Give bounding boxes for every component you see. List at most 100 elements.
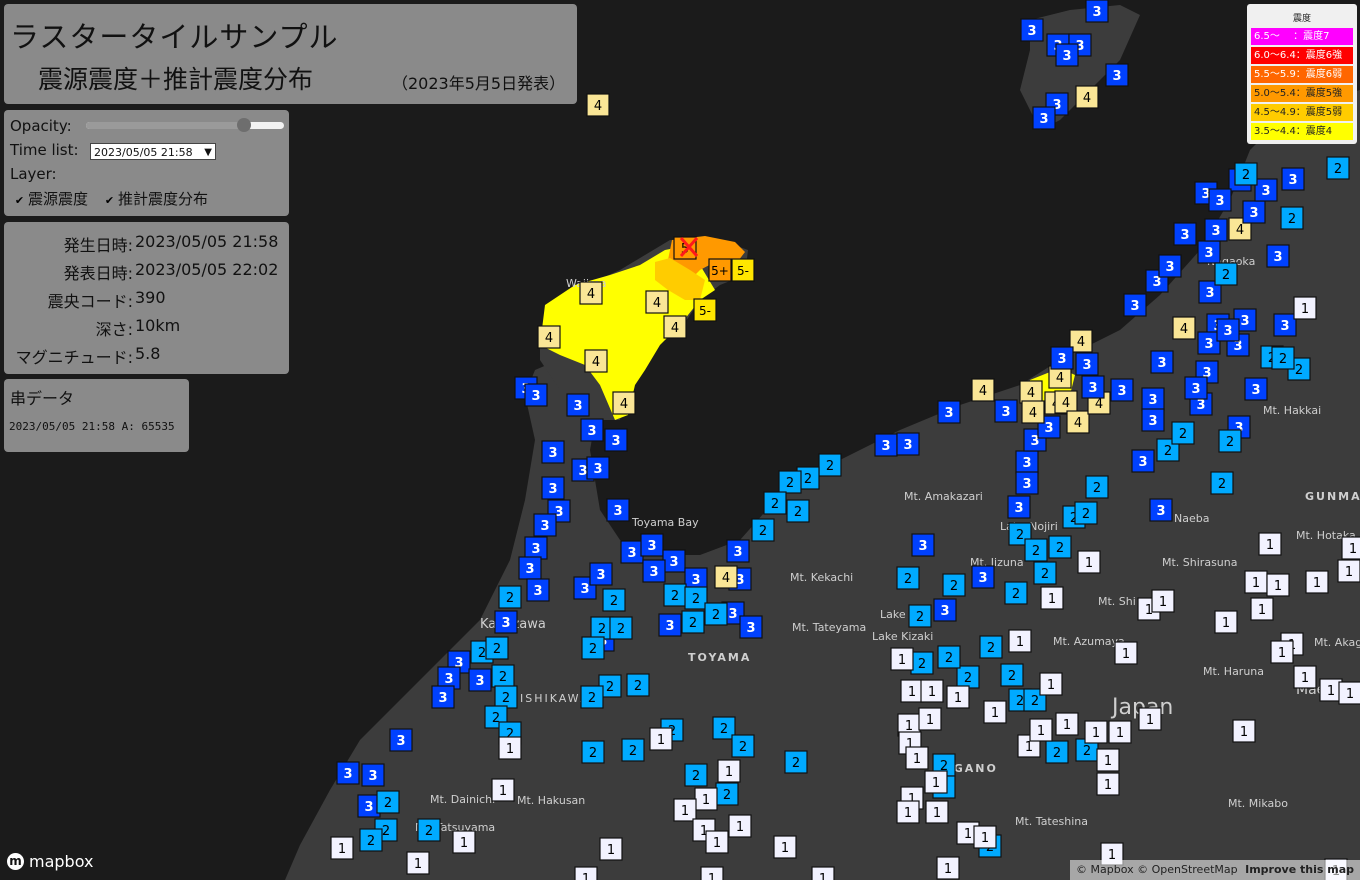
station-marker-intensity-1[interactable]: 1 xyxy=(983,700,1007,724)
station-marker-intensity-1[interactable]: 1 xyxy=(946,685,970,709)
station-marker-intensity-2[interactable]: 2 xyxy=(626,673,650,697)
station-marker-intensity-3[interactable]: 3 xyxy=(1110,378,1134,402)
station-marker-intensity-2[interactable]: 2 xyxy=(1048,535,1072,559)
station-marker-intensity-2[interactable]: 2 xyxy=(580,685,604,709)
layer-estimated-toggle[interactable]: ✔ 推計震度分布 xyxy=(104,188,208,209)
station-marker-intensity-1[interactable]: 1 xyxy=(1108,720,1132,744)
station-marker-intensity-1[interactable]: 1 xyxy=(918,707,942,731)
station-marker-intensity-3[interactable]: 3 xyxy=(1281,167,1305,191)
station-marker-intensity-1[interactable]: 1 xyxy=(1040,586,1064,610)
station-marker-intensity-1[interactable]: 1 xyxy=(890,647,914,671)
station-marker-intensity-2[interactable]: 2 xyxy=(609,616,633,640)
station-marker-intensity-2[interactable]: 2 xyxy=(1000,663,1024,687)
station-marker-intensity-2[interactable]: 2 xyxy=(498,585,522,609)
station-marker-intensity-3[interactable]: 3 xyxy=(1105,63,1129,87)
station-marker-intensity-1[interactable]: 1 xyxy=(1077,550,1101,574)
station-marker-intensity-1[interactable]: 1 xyxy=(896,800,920,824)
station-marker-intensity-1[interactable]: 1 xyxy=(1096,772,1120,796)
station-marker-intensity-2[interactable]: 2 xyxy=(684,586,708,610)
station-marker-intensity-1[interactable]: 1 xyxy=(599,837,623,861)
station-marker-intensity-4[interactable]: 4 xyxy=(663,315,687,339)
station-marker-intensity-3[interactable]: 3 xyxy=(526,578,550,602)
station-marker-intensity-3[interactable]: 3 xyxy=(937,400,961,424)
layer-epicenter-toggle[interactable]: ✔ 震源震度 xyxy=(14,188,88,209)
station-marker-intensity-3[interactable]: 3 xyxy=(1141,408,1165,432)
station-marker-intensity-2[interactable]: 2 xyxy=(417,818,441,842)
station-marker-intensity-3[interactable]: 3 xyxy=(662,549,686,573)
station-marker-intensity-1[interactable]: 1 xyxy=(406,851,430,875)
opacity-slider-thumb[interactable] xyxy=(237,118,252,132)
station-marker-intensity-3[interactable]: 3 xyxy=(739,615,763,639)
station-marker-intensity-3[interactable]: 3 xyxy=(524,383,548,407)
station-marker-intensity-3[interactable]: 3 xyxy=(1158,254,1182,278)
station-marker-intensity-1[interactable]: 1 xyxy=(920,679,944,703)
station-marker-intensity-3[interactable]: 3 xyxy=(1266,244,1290,268)
station-marker-intensity-4[interactable]: 4 xyxy=(612,391,636,415)
station-marker-intensity-1[interactable]: 1 xyxy=(1232,719,1256,743)
station-marker-intensity-3[interactable]: 3 xyxy=(726,539,750,563)
station-marker-intensity-3[interactable]: 3 xyxy=(361,763,385,787)
station-marker-intensity-1[interactable]: 1 xyxy=(925,800,949,824)
station-marker-intensity-3[interactable]: 3 xyxy=(533,513,557,537)
station-marker-intensity-1[interactable]: 1 xyxy=(811,866,835,880)
station-marker-intensity-3[interactable]: 3 xyxy=(566,393,590,417)
station-marker-intensity-1[interactable]: 1 xyxy=(973,825,997,849)
station-marker-intensity-2[interactable]: 2 xyxy=(663,583,687,607)
station-marker-intensity-1[interactable]: 1 xyxy=(1338,681,1360,705)
station-marker-intensity-3[interactable]: 3 xyxy=(620,540,644,564)
station-marker-intensity-2[interactable]: 2 xyxy=(778,470,802,494)
station-marker-intensity-3[interactable]: 3 xyxy=(586,456,610,480)
station-marker-intensity-1[interactable]: 1 xyxy=(1008,629,1032,653)
station-marker-intensity-1[interactable]: 1 xyxy=(1341,536,1360,560)
station-marker-intensity-3[interactable]: 3 xyxy=(1131,449,1155,473)
station-marker-intensity-4[interactable]: 4 xyxy=(1075,85,1099,109)
station-marker-intensity-3[interactable]: 3 xyxy=(606,498,630,522)
station-marker-intensity-2[interactable]: 2 xyxy=(763,491,787,515)
station-marker-intensity-2[interactable]: 2 xyxy=(485,636,509,660)
attribution-text[interactable]: © Mapbox © OpenStreetMap xyxy=(1076,863,1238,876)
station-marker-intensity-3[interactable]: 3 xyxy=(642,559,666,583)
station-marker-intensity-2[interactable]: 2 xyxy=(1085,475,1109,499)
opacity-slider[interactable] xyxy=(86,118,284,132)
station-marker-intensity-4[interactable]: 4 xyxy=(714,565,738,589)
station-marker-intensity-1[interactable]: 1 xyxy=(574,866,598,880)
station-marker-intensity-2[interactable]: 2 xyxy=(621,738,645,762)
station-marker-intensity-1[interactable]: 1 xyxy=(1244,570,1268,594)
station-marker-intensity-3[interactable]: 3 xyxy=(1032,106,1056,130)
map-attribution[interactable]: © Mapbox © OpenStreetMap Improve this ma… xyxy=(1070,860,1360,880)
station-marker-intensity-4[interactable]: 4 xyxy=(1172,316,1196,340)
station-marker-intensity-2[interactable]: 2 xyxy=(942,573,966,597)
station-marker-intensity-2[interactable]: 2 xyxy=(1214,262,1238,286)
station-marker-intensity-4[interactable]: 4 xyxy=(1066,410,1090,434)
station-marker-intensity-1[interactable]: 1 xyxy=(717,759,741,783)
station-marker-intensity-4[interactable]: 4 xyxy=(584,349,608,373)
station-marker-intensity-2[interactable]: 2 xyxy=(494,685,518,709)
station-marker-intensity-2[interactable]: 2 xyxy=(751,518,775,542)
station-marker-intensity-2[interactable]: 2 xyxy=(937,645,961,669)
station-marker-intensity-3[interactable]: 3 xyxy=(1208,188,1232,212)
station-marker-intensity-1[interactable]: 1 xyxy=(1258,532,1282,556)
station-marker-intensity-1[interactable]: 1 xyxy=(1337,559,1360,583)
station-marker-intensity-3[interactable]: 3 xyxy=(1050,346,1074,370)
station-marker-intensity-1[interactable]: 1 xyxy=(1138,707,1162,731)
station-marker-intensity-1[interactable]: 1 xyxy=(728,814,752,838)
station-marker-intensity-2[interactable]: 2 xyxy=(979,635,1003,659)
station-marker-intensity-2[interactable]: 2 xyxy=(1326,156,1350,180)
station-marker-intensity-1[interactable]: 1 xyxy=(1096,748,1120,772)
station-marker-intensity-2[interactable]: 2 xyxy=(581,636,605,660)
station-marker-intensity-3[interactable]: 3 xyxy=(874,433,898,457)
mapbox-logo[interactable]: m mapbox xyxy=(7,852,93,871)
station-marker-intensity-2[interactable]: 2 xyxy=(1024,538,1048,562)
station-marker-intensity-5plus[interactable]: 5+ xyxy=(708,258,732,282)
station-marker-intensity-2[interactable]: 2 xyxy=(896,566,920,590)
station-marker-intensity-3[interactable]: 3 xyxy=(1007,495,1031,519)
station-marker-intensity-3[interactable]: 3 xyxy=(1055,43,1079,67)
station-marker-intensity-3[interactable]: 3 xyxy=(580,418,604,442)
station-marker-intensity-3[interactable]: 3 xyxy=(1015,471,1039,495)
station-marker-intensity-3[interactable]: 3 xyxy=(336,761,360,785)
station-marker-intensity-2[interactable]: 2 xyxy=(784,750,808,774)
station-marker-intensity-1[interactable]: 1 xyxy=(936,856,960,880)
station-marker-intensity-1[interactable]: 1 xyxy=(491,778,515,802)
station-marker-intensity-3[interactable]: 3 xyxy=(431,685,455,709)
station-marker-intensity-2[interactable]: 2 xyxy=(1210,471,1234,495)
